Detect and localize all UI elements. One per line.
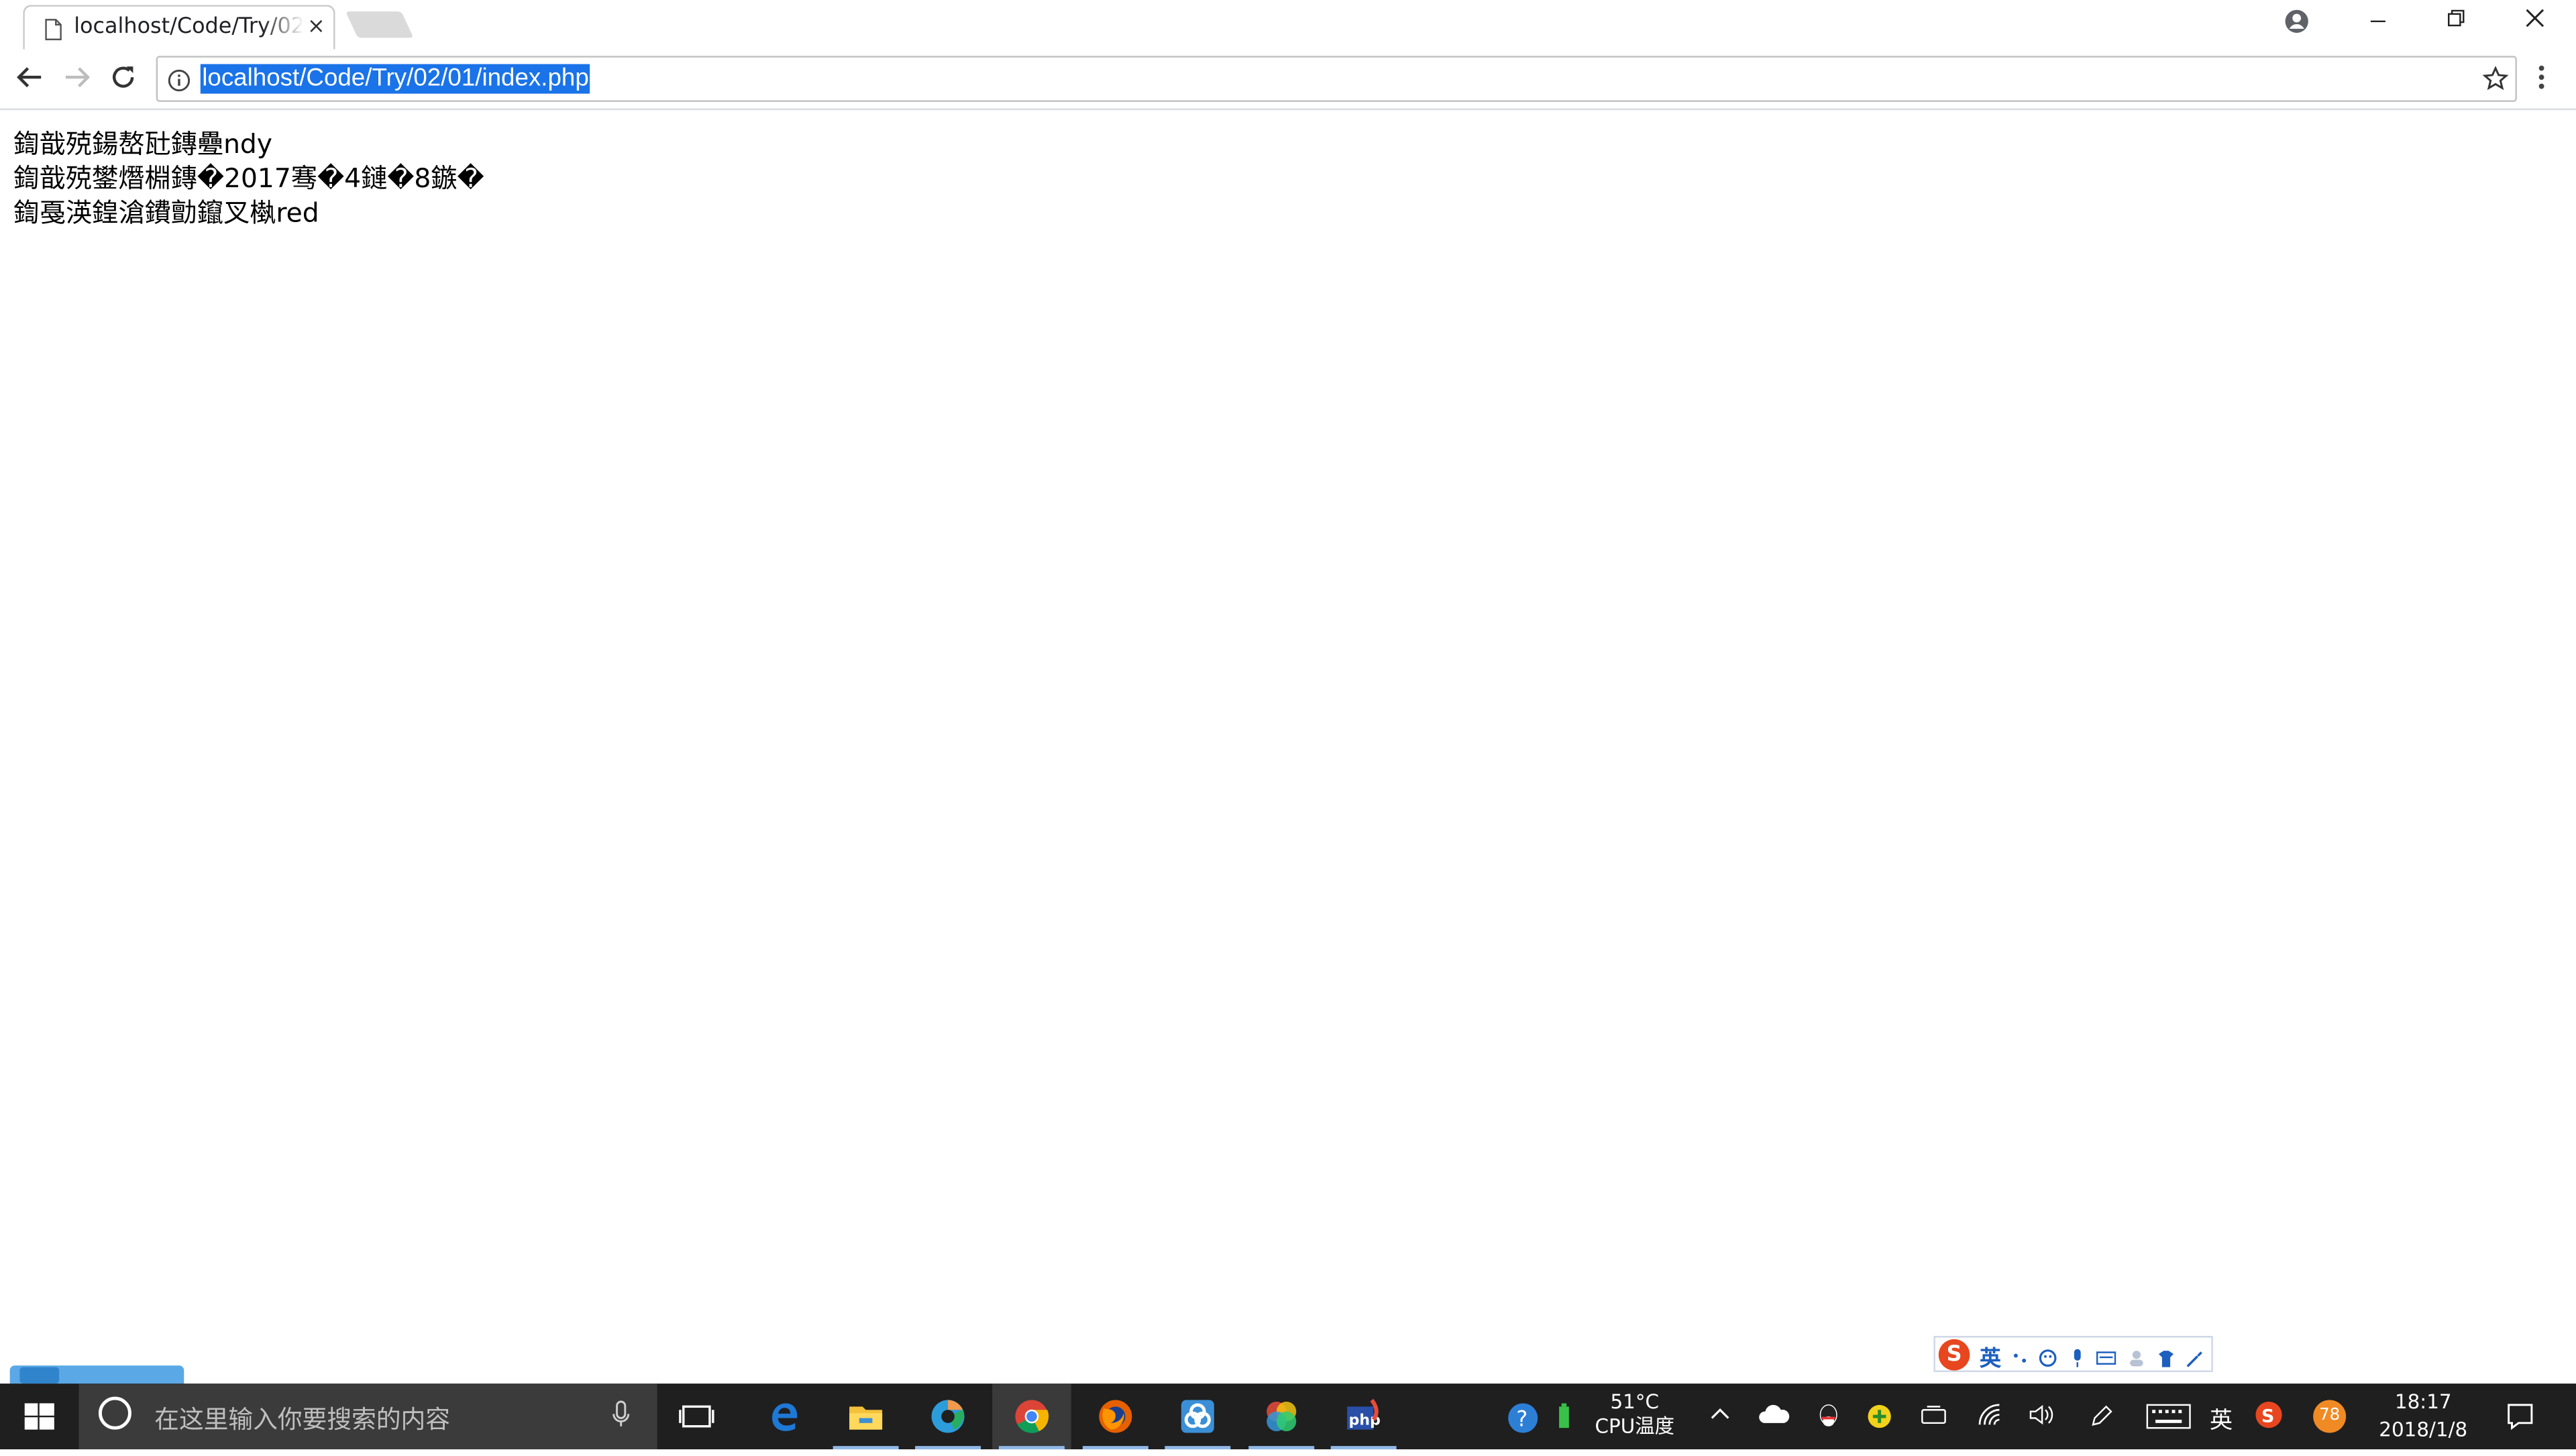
taskbar-search-box[interactable]: 在这里输入你要搜索的内容	[78, 1384, 657, 1450]
menu-icon[interactable]	[2536, 64, 2546, 97]
floating-widget[interactable]	[9, 1365, 184, 1384]
cpu-temp-label: CPU温度	[1595, 1414, 1675, 1438]
cpu-temp-value: 51°C	[1610, 1390, 1660, 1414]
sogou-logo-icon[interactable]: S	[1938, 1339, 1970, 1371]
keyboard-icon[interactable]	[2096, 1343, 2116, 1365]
bookmark-star-icon[interactable]	[2482, 66, 2509, 99]
clock-time: 18:17	[2394, 1390, 2452, 1414]
php-tool-icon[interactable]: php	[1324, 1384, 1403, 1450]
touch-keyboard-icon[interactable]	[2145, 1403, 2192, 1436]
ime-indicator[interactable]: 英	[2210, 1403, 2233, 1436]
tab-close-icon[interactable]: ×	[307, 15, 325, 40]
back-icon[interactable]	[15, 62, 44, 99]
info-icon[interactable]	[168, 67, 191, 99]
svg-text:?: ?	[1516, 1406, 1527, 1432]
qq-icon[interactable]	[1817, 1403, 1840, 1436]
page-icon	[44, 16, 62, 48]
cortana-icon[interactable]	[98, 1396, 131, 1430]
widget-app-icon	[19, 1367, 60, 1384]
help-tray-icon[interactable]: ?	[1505, 1400, 1541, 1443]
volume-icon[interactable]	[2027, 1403, 2057, 1433]
forward-icon[interactable]	[62, 62, 92, 99]
clock-date: 2018/1/8	[2379, 1418, 2468, 1441]
restore-icon[interactable]	[2447, 8, 2466, 34]
tab-title: localhost/Code/Try/02/01/index.php	[74, 15, 305, 40]
text-line: 鍧戠殑鍚嶅瓧鏄疉ndy	[13, 128, 272, 160]
text-line: 鍧戠殑鐢熸棩鏄�2017骞�4鏈�8鏃�	[13, 162, 484, 194]
cpu-temp-widget[interactable]: 51°C CPU温度	[1594, 1390, 1676, 1439]
notification-count-badge[interactable]: 78	[2313, 1400, 2347, 1433]
close-icon[interactable]	[2525, 8, 2544, 34]
text-line: 鍧戞渶鍠滄鐨勯鑹叉槸red	[13, 197, 319, 229]
taskbar: 在这里输入你要搜索的内容 php ? 51°C CPU温度 英 S 78 18:…	[0, 1384, 2576, 1450]
taskbar-clock[interactable]: 18:17 2018/1/8	[2366, 1388, 2481, 1444]
pen-workspace-icon[interactable]	[2088, 1403, 2114, 1436]
user-icon[interactable]	[2127, 1343, 2145, 1367]
address-bar[interactable]: localhost/Code/Try/02/01/index.php	[156, 56, 2517, 102]
task-view-icon[interactable]	[657, 1384, 737, 1449]
sogou-tray-icon[interactable]: S	[2254, 1400, 2284, 1437]
security-tray-icon[interactable]	[1866, 1403, 1892, 1436]
chrome-icon[interactable]	[992, 1384, 1071, 1450]
baidu-netdisk-icon[interactable]	[1159, 1384, 1238, 1450]
emoji-icon[interactable]	[2039, 1343, 2057, 1367]
onedrive-icon[interactable]	[1758, 1403, 1790, 1433]
search-placeholder[interactable]: 在这里输入你要搜索的内容	[154, 1402, 450, 1436]
firefox-icon[interactable]	[1076, 1384, 1155, 1450]
page-content: 鍧戠殑鍚嶅瓧鏄疉ndy 鍧戠殑鐢熸棩鏄�2017骞�4鏈�8鏃� 鍧戞渶鍠滄鐨勯…	[13, 127, 484, 230]
voice-icon[interactable]	[2068, 1343, 2086, 1367]
browser-toolbar: localhost/Code/Try/02/01/index.php	[0, 49, 2576, 111]
url-text[interactable]: localhost/Code/Try/02/01/index.php	[200, 64, 591, 94]
tab-strip: localhost/Code/Try/02/01/index.php ×	[0, 0, 2576, 50]
profile-icon[interactable]	[2284, 8, 2310, 41]
wifi-icon[interactable]	[1976, 1403, 2002, 1433]
file-explorer-icon[interactable]	[826, 1384, 906, 1450]
ime-toolbar[interactable]: S 英	[1933, 1336, 2213, 1372]
svg-text:S: S	[2261, 1406, 2274, 1427]
reload-icon[interactable]	[109, 62, 138, 99]
browser-app-icon[interactable]	[908, 1384, 987, 1450]
skin-icon[interactable]	[2157, 1343, 2176, 1367]
device-tray-icon[interactable]	[1921, 1403, 1947, 1433]
chevron-up-icon[interactable]	[1709, 1403, 1731, 1433]
minimize-icon[interactable]	[2369, 8, 2388, 34]
edge-icon[interactable]	[744, 1384, 823, 1449]
microphone-icon[interactable]	[611, 1400, 631, 1437]
photos-app-icon[interactable]	[1242, 1384, 1321, 1450]
windows-start-icon[interactable]	[0, 1384, 79, 1449]
new-tab-button[interactable]	[345, 11, 414, 38]
battery-monitor-icon[interactable]	[1558, 1403, 1571, 1436]
ime-language[interactable]: 英	[1980, 1341, 2001, 1372]
browser-tab[interactable]: localhost/Code/Try/02/01/index.php ×	[23, 5, 335, 50]
punctuation-icon[interactable]	[2011, 1343, 2029, 1363]
action-center-icon[interactable]	[2506, 1402, 2535, 1438]
settings-wrench-icon[interactable]	[2185, 1343, 2203, 1367]
